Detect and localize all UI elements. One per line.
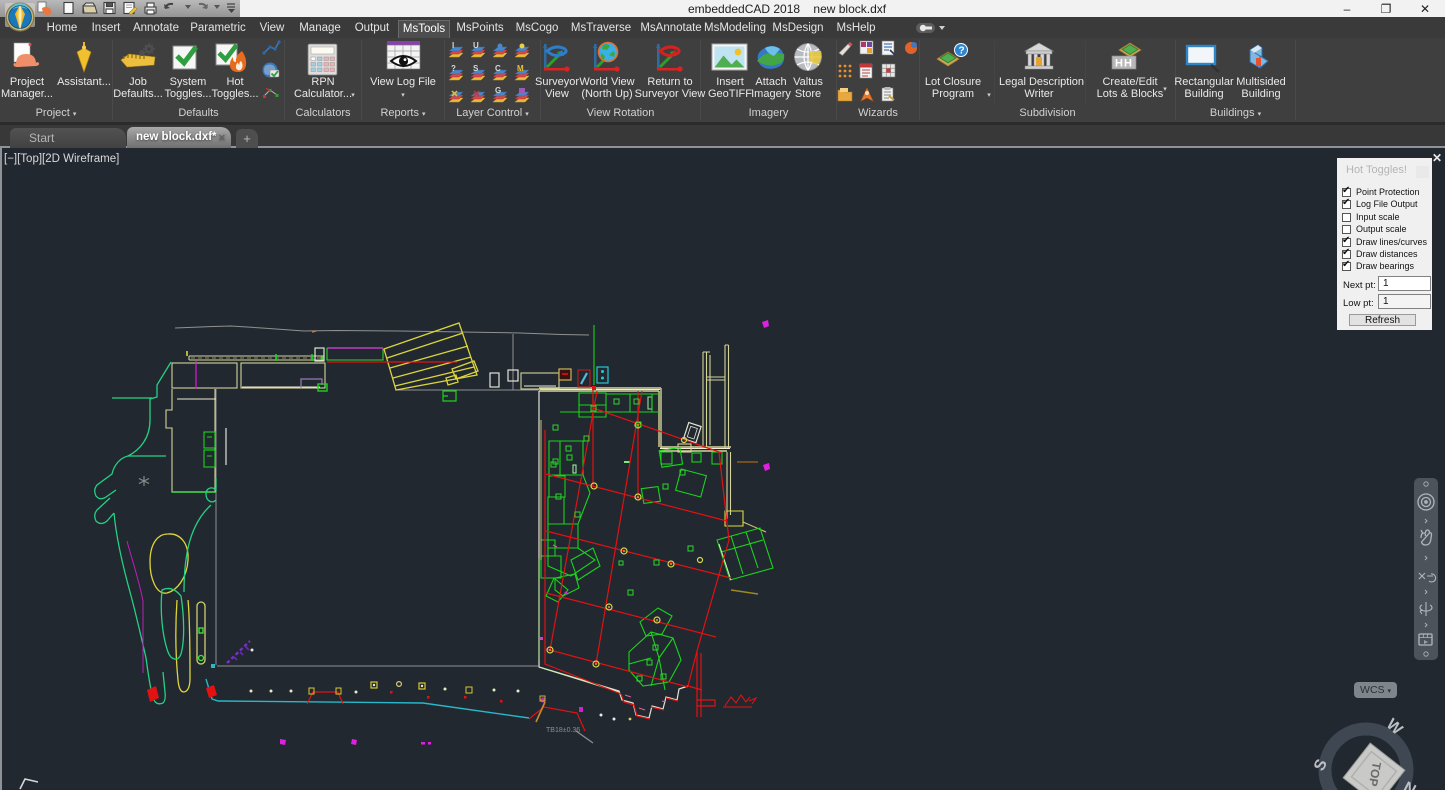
svg-text:C: C xyxy=(495,64,501,73)
svg-text:I: I xyxy=(452,41,454,50)
svg-text:H: H xyxy=(1124,58,1132,70)
svg-text:?: ? xyxy=(959,46,965,57)
svg-text:G: G xyxy=(495,86,501,95)
svg-text:TB18±0.36: TB18±0.36 xyxy=(546,727,580,734)
svg-text:M: M xyxy=(517,64,524,73)
svg-text:H: H xyxy=(1115,58,1123,70)
svg-text:?: ? xyxy=(451,64,456,73)
svg-text:U: U xyxy=(473,41,479,50)
svg-text:S: S xyxy=(473,64,479,73)
